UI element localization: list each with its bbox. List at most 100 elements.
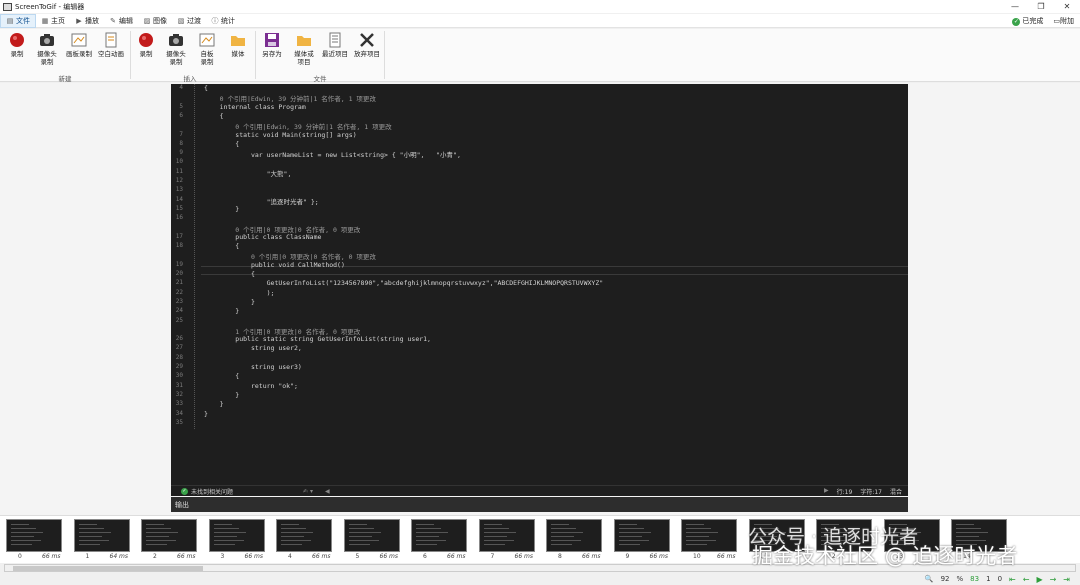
record-button[interactable]: 录制 — [6, 32, 28, 58]
tab-edit[interactable]: ✎ 编辑 — [104, 14, 138, 28]
check-icon: ✓ — [1012, 18, 1021, 26]
close-button[interactable]: ✕ — [1054, 0, 1080, 13]
scroll-thumb[interactable] — [13, 566, 203, 571]
previous-frame-button[interactable]: ← — [1023, 575, 1030, 584]
insert-media-button[interactable]: 媒体 — [226, 32, 250, 58]
thumbnail-line — [11, 544, 32, 545]
tab-statistics[interactable]: ⓘ 统计 — [206, 14, 240, 28]
frame-delay: 64 ms — [109, 553, 129, 560]
frame-delay: 66 ms — [244, 553, 264, 560]
thumbnail-line — [551, 524, 569, 525]
thumbnail-line — [78, 536, 102, 537]
window-title: ScreenToGif - 编辑器 — [15, 2, 85, 11]
frame-delay: 66 ms — [177, 553, 196, 560]
thumbnail-line — [213, 524, 232, 525]
save-as-button[interactable]: 另存为 — [260, 32, 284, 58]
frame-thumbnail[interactable] — [208, 519, 265, 552]
restore-button[interactable]: ❐ — [1028, 0, 1054, 13]
thumbnail-line — [281, 532, 313, 533]
frame-thumbnail[interactable] — [276, 519, 332, 552]
tab-play[interactable]: ▶ 播放 — [70, 14, 104, 28]
thumbnail-line — [11, 524, 29, 525]
thumbnail-line — [146, 536, 169, 537]
frame-thumbnail[interactable] — [141, 519, 197, 552]
thumbnail-line — [213, 528, 239, 529]
code-line: string user3) — [204, 363, 302, 371]
line-number-gutter: 4 5 6 7 8 9 10 11 12 13 14 15 16 17 18 19 20 21 22 23 24 25 26… — [171, 84, 201, 485]
frame-thumbnail[interactable] — [411, 519, 467, 552]
frame-thumbnail[interactable] — [73, 519, 130, 552]
tab-transition[interactable]: ▧ 过渡 — [172, 14, 206, 28]
code-line: { — [204, 111, 224, 120]
line-number: 33 — [175, 400, 183, 408]
thumbnail-line — [78, 524, 97, 525]
record-icon — [10, 33, 24, 47]
extras-button[interactable]: ▭附加 — [1053, 16, 1074, 26]
line-number: 9 — [179, 149, 183, 157]
line-number: 26 — [175, 335, 183, 343]
thumbnail-line — [483, 540, 514, 541]
insert-webcam-button[interactable]: 摄像头 录制 — [163, 32, 189, 66]
insert-board-button[interactable]: 自板 录制 — [196, 32, 218, 66]
thumbnail-line — [213, 540, 244, 541]
frame-thumbnail[interactable] — [613, 519, 670, 552]
frame-thumbnail[interactable] — [546, 519, 602, 552]
line-number: 5 — [179, 102, 183, 110]
thumbnail-line — [416, 536, 439, 537]
line-number: 15 — [175, 204, 183, 212]
webcam-record-button[interactable]: 摄像头 录制 — [34, 32, 60, 66]
frame-index: 4 — [288, 553, 292, 560]
thumbnail-line — [78, 528, 104, 529]
minimize-button[interactable]: — — [1002, 0, 1028, 13]
line-number: 12 — [175, 177, 183, 184]
line-number: 24 — [175, 307, 183, 315]
thumbnail-line — [618, 540, 649, 541]
line-number: 14 — [175, 195, 183, 203]
ribbon-tabs: ▤ 文件 ▦ 主页 ▶ 播放 ✎ 编辑 ▨ 图像 ▧ 过渡 ⓘ 统计 ✓ 已完成 ▭附加 — [0, 13, 1080, 28]
insert-record-button[interactable]: 录制 — [136, 32, 156, 58]
thumbnail-line — [618, 524, 637, 525]
output-label: 输出 — [175, 501, 189, 509]
last-frame-button[interactable]: ⇥ — [1063, 575, 1070, 584]
frame-thumbnail[interactable] — [6, 519, 62, 552]
frame-delay: 66 ms — [447, 553, 466, 560]
thumbnail-line — [213, 536, 237, 537]
zoom-value[interactable]: 92 — [941, 575, 950, 583]
thumbnail-line — [483, 528, 509, 529]
media-project-button[interactable]: 媒体或 项目 — [290, 32, 318, 66]
char-indicator: 字符:17 — [860, 488, 882, 496]
thumbnail-line — [416, 528, 441, 529]
blank-animation-button[interactable]: 空白动画 — [96, 32, 126, 58]
discard-project-button[interactable]: 放弃项目 — [352, 32, 382, 58]
code-line: static void Main(string[] args) — [204, 130, 357, 139]
recent-projects-button[interactable]: 最近项目 — [320, 32, 350, 58]
next-frame-button[interactable]: → — [1050, 575, 1057, 584]
selected-count: 1 — [986, 575, 991, 583]
thumbnail-line — [618, 532, 651, 533]
line-indicator: 行:19 — [836, 488, 853, 496]
frame-index: 7 — [490, 553, 495, 560]
play-button[interactable]: ▶ — [1036, 575, 1042, 584]
frame-delay: 66 ms — [379, 553, 399, 560]
thumbnail-line — [348, 540, 379, 541]
board-record-button[interactable]: 画板录制 — [64, 32, 94, 58]
code-line: public void CallMethod() — [204, 260, 345, 269]
panel-icon: ▭ — [1053, 17, 1060, 25]
thumbnail-line — [618, 536, 642, 537]
frame-thumbnail[interactable] — [343, 519, 400, 552]
tab-home[interactable]: ▦ 主页 — [36, 14, 70, 28]
edit-icon: ✎ — [110, 16, 116, 25]
line-number: 32 — [175, 390, 183, 398]
thumbnail-line — [686, 540, 716, 541]
zoom-percent: % — [956, 575, 964, 583]
arrow-left-icon: ◀ — [324, 487, 330, 495]
frame-thumbnail[interactable] — [478, 519, 535, 552]
thumbnail-line — [11, 540, 41, 541]
code-line: "大熊", — [204, 169, 292, 178]
tab-file[interactable]: ▤ 文件 — [0, 13, 36, 28]
first-frame-button[interactable]: ⇤ — [1009, 575, 1016, 584]
tab-image[interactable]: ▨ 图像 — [138, 14, 172, 28]
line-number: 27 — [175, 344, 183, 352]
save-icon — [265, 33, 279, 47]
code-line: string user2, — [204, 344, 302, 353]
